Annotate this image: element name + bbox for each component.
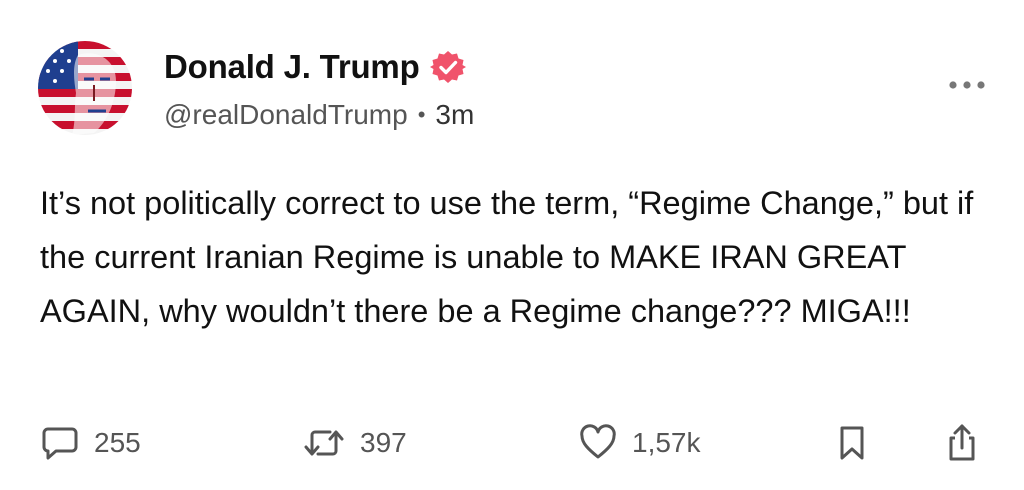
avatar[interactable] bbox=[38, 41, 132, 135]
like-button[interactable]: 1,57k bbox=[578, 418, 701, 468]
author-meta: @realDonaldTrump • 3m bbox=[164, 96, 474, 134]
reply-count: 255 bbox=[94, 427, 141, 458]
more-options-button[interactable] bbox=[944, 70, 990, 100]
meta-separator: • bbox=[417, 102, 426, 127]
reply-button[interactable]: 255 bbox=[40, 418, 141, 468]
repost-count: 397 bbox=[360, 427, 407, 458]
action-bar: 255 397 1,57k bbox=[0, 418, 1024, 468]
post-timestamp[interactable]: 3m bbox=[435, 99, 474, 131]
comment-bubble-icon bbox=[42, 427, 78, 460]
repost-arrows-icon bbox=[304, 430, 344, 456]
share-button[interactable] bbox=[942, 418, 982, 468]
avatar-image bbox=[38, 41, 132, 135]
display-name[interactable]: Donald J. Trump bbox=[164, 46, 420, 88]
heart-icon bbox=[580, 424, 616, 459]
author-name-row: Donald J. Trump bbox=[164, 46, 466, 88]
author-handle[interactable]: @realDonaldTrump bbox=[164, 99, 408, 131]
more-dots-icon bbox=[949, 81, 985, 89]
post-text: It’s not politically correct to use the … bbox=[40, 185, 974, 329]
bookmark-icon bbox=[840, 426, 864, 460]
verified-badge-icon bbox=[429, 49, 466, 85]
post-card: Donald J. Trump @realDonaldTrump • 3m It… bbox=[0, 0, 1024, 490]
repost-button[interactable]: 397 bbox=[302, 418, 407, 468]
share-icon bbox=[949, 424, 975, 461]
like-count: 1,57k bbox=[632, 427, 701, 458]
bookmark-button[interactable] bbox=[834, 418, 870, 468]
